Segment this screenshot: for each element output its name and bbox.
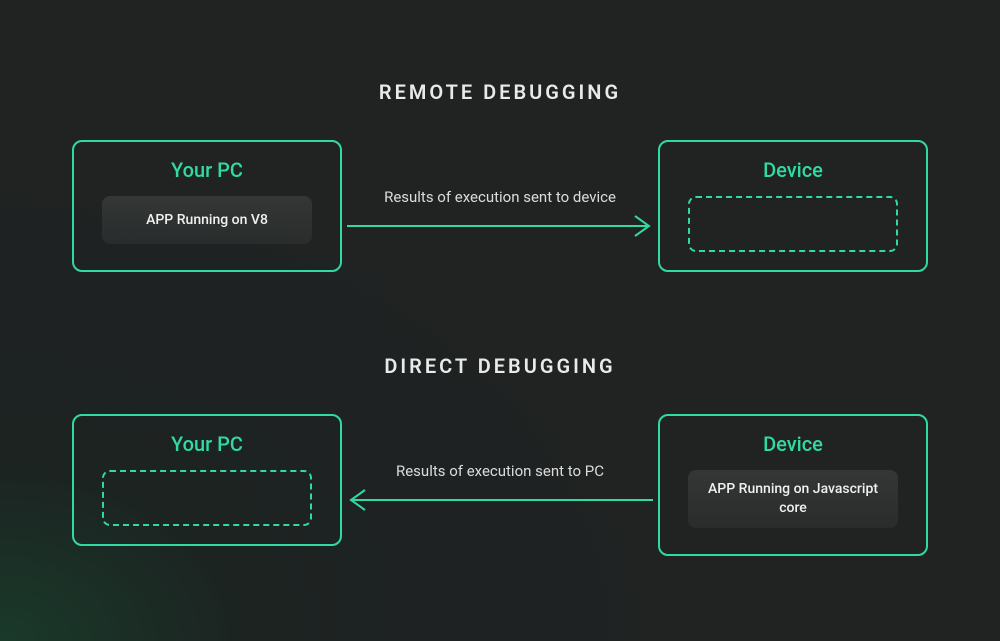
direct-arrow-label: Results of execution sent to PC bbox=[0, 462, 1000, 480]
remote-pc-title: Your PC bbox=[74, 158, 340, 182]
remote-device-title: Device bbox=[660, 158, 926, 182]
direct-pc-box: Your PC bbox=[72, 414, 342, 546]
direct-pc-title: Your PC bbox=[74, 432, 340, 456]
remote-pc-box: Your PC APP Running on V8 bbox=[72, 140, 342, 272]
section-title-direct: DIRECT DEBUGGING bbox=[0, 354, 1000, 378]
arrow-left-icon bbox=[347, 488, 653, 512]
remote-device-box: Device bbox=[658, 140, 928, 272]
remote-arrow-label: Results of execution sent to device bbox=[0, 188, 1000, 206]
direct-device-box: Device APP Running on Javascript core bbox=[658, 414, 928, 556]
direct-device-title: Device bbox=[660, 432, 926, 456]
arrow-right-icon bbox=[347, 214, 653, 238]
section-title-remote: REMOTE DEBUGGING bbox=[0, 80, 1000, 104]
